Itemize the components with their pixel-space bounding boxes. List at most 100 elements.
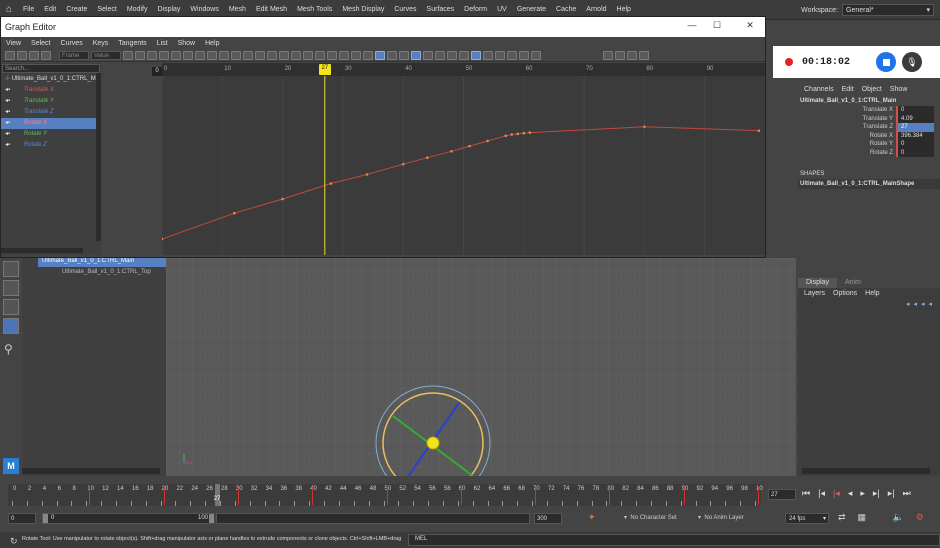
channel-translate-y[interactable]: ◂▪ Translate Y [1,96,101,107]
go-to-start-icon[interactable]: ⏮ [802,488,810,499]
menu-windows[interactable]: Windows [185,6,223,13]
layout-split-icon[interactable] [3,299,19,315]
euler-filter-icon[interactable] [495,50,505,60]
menu-mesh[interactable]: Mesh [224,6,251,13]
current-frame-marker[interactable]: 27 [318,64,331,75]
range-track[interactable] [216,513,530,524]
layer-menu-help[interactable]: Help [865,288,879,300]
move-key-icon[interactable] [5,50,15,60]
graph-outliner-root[interactable]: ⊹ Ultimate_Ball_v1_0_1:CTRL_Mai [1,74,101,85]
graph-view[interactable]: 0 10 20 30 40 50 60 70 80 90 27 [162,63,765,255]
timeline-key[interactable] [89,487,91,505]
graph-outliner-hscroll[interactable] [1,248,83,253]
cache-icon[interactable]: ▦ [858,512,867,523]
menu-edit[interactable]: Edit [39,6,61,13]
break-tangent-icon[interactable] [255,50,265,60]
menu-create[interactable]: Create [61,6,92,13]
menu-uv[interactable]: UV [492,6,512,13]
curve-key[interactable] [504,134,508,138]
attr-value[interactable]: 0 [896,106,934,115]
curve-key[interactable] [522,131,526,135]
curve-key[interactable] [516,132,520,136]
curve-key[interactable] [486,139,489,143]
curve-key[interactable] [233,211,236,215]
menu-surfaces[interactable]: Surfaces [422,6,460,13]
frame-selection-icon[interactable] [135,50,145,60]
channel-translate-z[interactable]: ◂▪ Translate Z [1,107,101,118]
timeline-key[interactable] [237,487,239,505]
center-icon[interactable] [159,50,169,60]
cb-menu-object[interactable]: Object [862,84,882,96]
menu-edit-mesh[interactable]: Edit Mesh [251,6,292,13]
menu-generate[interactable]: Generate [512,6,551,13]
layer-scrollbar[interactable] [802,468,930,474]
region-icon[interactable] [29,50,39,60]
curve-key[interactable] [401,162,405,166]
anim-end-field[interactable]: 300 [534,513,562,524]
frame-playback-icon[interactable] [147,50,157,60]
layout-icon[interactable] [3,280,19,296]
timeline-key[interactable] [683,487,685,505]
ge-menu-curves[interactable]: Curves [56,40,88,47]
outliner-scrollbar[interactable] [22,468,160,474]
attr-value[interactable]: 396.384 [896,131,934,140]
layer-icon[interactable] [603,50,613,60]
layer-menu-options[interactable]: Options [833,288,857,300]
curve-key[interactable] [426,156,429,160]
rotate-x-curve[interactable] [162,126,760,240]
attr-value[interactable]: 4.09 [896,114,934,123]
channel-view-icon[interactable] [627,50,637,60]
cb-menu-edit[interactable]: Edit [842,84,854,96]
frame-all-icon[interactable] [123,50,133,60]
menu-cache[interactable]: Cache [551,6,581,13]
sound-icon[interactable]: 🔈 [893,512,904,523]
simplify-icon[interactable] [519,50,529,60]
graph-curve-area[interactable] [162,76,765,255]
channel-rotate-z[interactable]: ◂▪ Rotate Z [1,140,101,151]
fps-dropdown[interactable]: 24 fps ▾ [785,513,829,524]
tab-anim[interactable]: Anim [837,278,869,288]
outliner-item-top[interactable]: Ultimate_Ball_v1_0_1:CTRL_Top [58,267,166,278]
cb-menu-channels[interactable]: Channels [804,84,834,96]
key-snap-icon[interactable] [327,50,337,60]
resample-icon[interactable] [507,50,517,60]
ge-menu-list[interactable]: List [152,40,173,47]
step-back-key-icon[interactable]: |◂ [818,488,825,499]
flat-tangent-icon[interactable] [219,50,229,60]
swap-buffer-icon[interactable] [315,50,325,60]
graph-ruler[interactable]: 0 10 20 30 40 50 60 70 80 90 27 [162,63,765,76]
smooth-icon[interactable] [531,50,541,60]
split-view-icon[interactable] [615,50,625,60]
curve-key[interactable] [528,131,532,134]
attr-translate-x[interactable]: Translate X0 [798,106,940,115]
plateau-tangent-icon[interactable] [243,50,253,60]
attr-rotate-y[interactable]: Rotate Y0 [798,140,940,149]
layer-move-down-icon[interactable]: ◂ [913,300,917,312]
lattice-icon[interactable] [41,50,51,60]
curve-key[interactable] [757,129,761,132]
panel-options-icon[interactable] [639,50,649,60]
play-forward-icon[interactable]: ▸ [860,488,865,499]
timeline-current-frame[interactable] [214,484,220,506]
mel-label[interactable]: MEL [415,536,427,542]
workspace-dropdown[interactable]: General* ▾ [842,4,934,16]
menu-help[interactable]: Help [612,6,636,13]
anim-layer-dropdown[interactable]: ▾ No Anim Layer [698,514,744,521]
cb-menu-show[interactable]: Show [890,84,908,96]
ge-menu-view[interactable]: View [1,40,26,47]
lock-weight-icon[interactable] [291,50,301,60]
graph-outliner-vscroll[interactable] [96,73,101,241]
maximize-icon[interactable]: ☐ [710,20,724,34]
menu-file[interactable]: File [18,6,39,13]
mic-muted-icon[interactable]: 🎙 [902,52,922,72]
character-set-dropdown[interactable]: ▾ No Character Set [624,514,677,521]
menu-modify[interactable]: Modify [122,6,153,13]
stack-icon[interactable] [399,50,409,60]
prefs-icon[interactable]: ⚙ [916,512,924,523]
select-tool-icon[interactable] [3,261,19,277]
minimize-icon[interactable]: — [685,20,699,34]
ge-menu-tangents[interactable]: Tangents [113,40,151,47]
menu-deform[interactable]: Deform [459,6,492,13]
spline-tangent-icon[interactable] [183,50,193,60]
menu-curves[interactable]: Curves [389,6,421,13]
